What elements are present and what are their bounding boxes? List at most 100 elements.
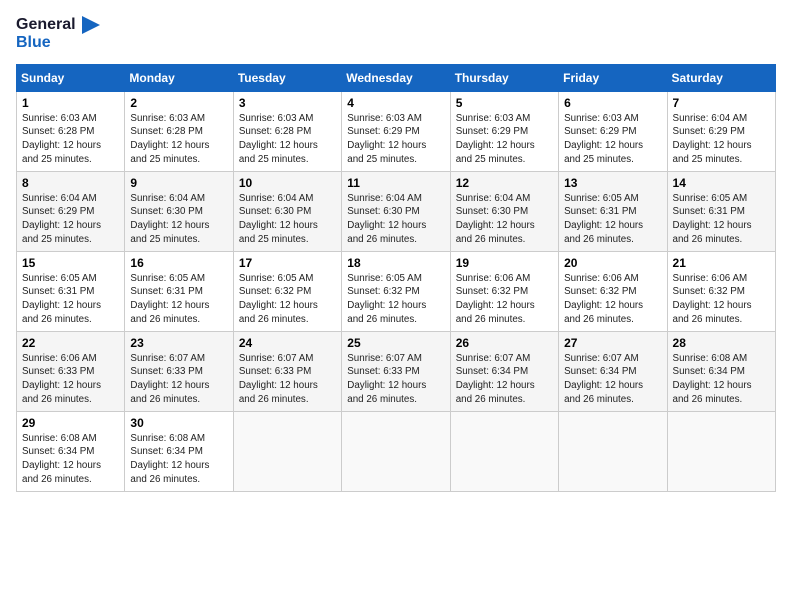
day-info: Sunrise: 6:06 AMSunset: 6:32 PMDaylight:… bbox=[564, 272, 661, 327]
calendar-body: 1Sunrise: 6:03 AMSunset: 6:28 PMDaylight… bbox=[17, 91, 776, 491]
weekday-monday: Monday bbox=[125, 64, 233, 91]
day-cell bbox=[559, 411, 667, 491]
day-info: Sunrise: 6:07 AMSunset: 6:33 PMDaylight:… bbox=[239, 352, 336, 407]
logo: General Blue bbox=[16, 16, 100, 52]
day-info: Sunrise: 6:08 AMSunset: 6:34 PMDaylight:… bbox=[130, 432, 227, 487]
logo-text: General Blue bbox=[16, 16, 100, 52]
day-info: Sunrise: 6:04 AMSunset: 6:30 PMDaylight:… bbox=[130, 192, 227, 247]
weekday-saturday: Saturday bbox=[667, 64, 775, 91]
weekday-thursday: Thursday bbox=[450, 64, 558, 91]
day-number: 26 bbox=[456, 336, 553, 350]
day-number: 17 bbox=[239, 256, 336, 270]
day-number: 18 bbox=[347, 256, 444, 270]
day-number: 4 bbox=[347, 96, 444, 110]
logo-arrow-icon bbox=[82, 16, 100, 34]
weekday-sunday: Sunday bbox=[17, 64, 125, 91]
weekday-tuesday: Tuesday bbox=[233, 64, 341, 91]
day-cell: 5 Sunrise: 6:03 AMSunset: 6:29 PMDaylight… bbox=[450, 91, 558, 171]
day-number: 7 bbox=[673, 96, 770, 110]
day-cell bbox=[342, 411, 450, 491]
day-cell: 15 Sunrise: 6:05 AMSunset: 6:31 PMDayligh… bbox=[17, 251, 125, 331]
day-info: Sunrise: 6:03 AMSunset: 6:29 PMDaylight:… bbox=[347, 112, 444, 167]
day-cell: 11 Sunrise: 6:04 AMSunset: 6:30 PMDayligh… bbox=[342, 171, 450, 251]
calendar-header: General Blue bbox=[16, 16, 776, 52]
day-cell: 18 Sunrise: 6:05 AMSunset: 6:32 PMDayligh… bbox=[342, 251, 450, 331]
day-info: Sunrise: 6:03 AMSunset: 6:28 PMDaylight:… bbox=[130, 112, 227, 167]
day-info: Sunrise: 6:05 AMSunset: 6:31 PMDaylight:… bbox=[564, 192, 661, 247]
day-info: Sunrise: 6:04 AMSunset: 6:29 PMDaylight:… bbox=[673, 112, 770, 167]
day-number: 6 bbox=[564, 96, 661, 110]
day-info: Sunrise: 6:05 AMSunset: 6:31 PMDaylight:… bbox=[673, 192, 770, 247]
day-info: Sunrise: 6:03 AMSunset: 6:28 PMDaylight:… bbox=[22, 112, 119, 167]
day-cell: 1Sunrise: 6:03 AMSunset: 6:28 PMDaylight… bbox=[17, 91, 125, 171]
day-info: Sunrise: 6:06 AMSunset: 6:32 PMDaylight:… bbox=[673, 272, 770, 327]
day-cell: 22 Sunrise: 6:06 AMSunset: 6:33 PMDayligh… bbox=[17, 331, 125, 411]
day-cell: 27 Sunrise: 6:07 AMSunset: 6:34 PMDayligh… bbox=[559, 331, 667, 411]
day-info: Sunrise: 6:04 AMSunset: 6:30 PMDaylight:… bbox=[347, 192, 444, 247]
day-info: Sunrise: 6:08 AMSunset: 6:34 PMDaylight:… bbox=[22, 432, 119, 487]
day-cell: 29 Sunrise: 6:08 AMSunset: 6:34 PMDayligh… bbox=[17, 411, 125, 491]
day-cell: 8Sunrise: 6:04 AMSunset: 6:29 PMDaylight… bbox=[17, 171, 125, 251]
week-row-1: 1Sunrise: 6:03 AMSunset: 6:28 PMDaylight… bbox=[17, 91, 776, 171]
day-number: 21 bbox=[673, 256, 770, 270]
day-cell: 16 Sunrise: 6:05 AMSunset: 6:31 PMDayligh… bbox=[125, 251, 233, 331]
day-info: Sunrise: 6:05 AMSunset: 6:31 PMDaylight:… bbox=[130, 272, 227, 327]
day-number: 10 bbox=[239, 176, 336, 190]
weekday-header-row: SundayMondayTuesdayWednesdayThursdayFrid… bbox=[17, 64, 776, 91]
day-number: 14 bbox=[673, 176, 770, 190]
day-cell bbox=[450, 411, 558, 491]
day-number: 27 bbox=[564, 336, 661, 350]
day-number: 13 bbox=[564, 176, 661, 190]
day-cell: 23 Sunrise: 6:07 AMSunset: 6:33 PMDayligh… bbox=[125, 331, 233, 411]
day-number: 15 bbox=[22, 256, 119, 270]
day-cell: 19Sunrise: 6:06 AMSunset: 6:32 PMDayligh… bbox=[450, 251, 558, 331]
day-cell: 12Sunrise: 6:04 AMSunset: 6:30 PMDayligh… bbox=[450, 171, 558, 251]
week-row-2: 8Sunrise: 6:04 AMSunset: 6:29 PMDaylight… bbox=[17, 171, 776, 251]
day-info: Sunrise: 6:05 AMSunset: 6:32 PMDaylight:… bbox=[347, 272, 444, 327]
day-cell: 24 Sunrise: 6:07 AMSunset: 6:33 PMDayligh… bbox=[233, 331, 341, 411]
day-cell bbox=[667, 411, 775, 491]
day-cell: 9Sunrise: 6:04 AMSunset: 6:30 PMDaylight… bbox=[125, 171, 233, 251]
day-info: Sunrise: 6:06 AMSunset: 6:32 PMDaylight:… bbox=[456, 272, 553, 327]
day-cell: 30 Sunrise: 6:08 AMSunset: 6:34 PMDayligh… bbox=[125, 411, 233, 491]
day-info: Sunrise: 6:06 AMSunset: 6:33 PMDaylight:… bbox=[22, 352, 119, 407]
day-number: 8 bbox=[22, 176, 119, 190]
day-cell: 25 Sunrise: 6:07 AMSunset: 6:33 PMDayligh… bbox=[342, 331, 450, 411]
day-cell: 2Sunrise: 6:03 AMSunset: 6:28 PMDaylight… bbox=[125, 91, 233, 171]
day-info: Sunrise: 6:03 AMSunset: 6:29 PMDaylight:… bbox=[456, 112, 553, 167]
day-info: Sunrise: 6:05 AMSunset: 6:31 PMDaylight:… bbox=[22, 272, 119, 327]
week-row-3: 15 Sunrise: 6:05 AMSunset: 6:31 PMDayligh… bbox=[17, 251, 776, 331]
week-row-4: 22 Sunrise: 6:06 AMSunset: 6:33 PMDayligh… bbox=[17, 331, 776, 411]
day-number: 22 bbox=[22, 336, 119, 350]
day-cell: 6Sunrise: 6:03 AMSunset: 6:29 PMDaylight… bbox=[559, 91, 667, 171]
day-cell: 26 Sunrise: 6:07 AMSunset: 6:34 PMDayligh… bbox=[450, 331, 558, 411]
day-cell: 14 Sunrise: 6:05 AMSunset: 6:31 PMDayligh… bbox=[667, 171, 775, 251]
day-info: Sunrise: 6:07 AMSunset: 6:33 PMDaylight:… bbox=[347, 352, 444, 407]
day-number: 23 bbox=[130, 336, 227, 350]
weekday-friday: Friday bbox=[559, 64, 667, 91]
day-info: Sunrise: 6:07 AMSunset: 6:33 PMDaylight:… bbox=[130, 352, 227, 407]
day-number: 20 bbox=[564, 256, 661, 270]
day-number: 11 bbox=[347, 176, 444, 190]
day-info: Sunrise: 6:04 AMSunset: 6:30 PMDaylight:… bbox=[456, 192, 553, 247]
day-cell bbox=[233, 411, 341, 491]
day-info: Sunrise: 6:03 AMSunset: 6:28 PMDaylight:… bbox=[239, 112, 336, 167]
day-info: Sunrise: 6:07 AMSunset: 6:34 PMDaylight:… bbox=[456, 352, 553, 407]
day-info: Sunrise: 6:08 AMSunset: 6:34 PMDaylight:… bbox=[673, 352, 770, 407]
day-number: 24 bbox=[239, 336, 336, 350]
day-info: Sunrise: 6:05 AMSunset: 6:32 PMDaylight:… bbox=[239, 272, 336, 327]
day-number: 25 bbox=[347, 336, 444, 350]
day-number: 5 bbox=[456, 96, 553, 110]
logo-general: General bbox=[16, 16, 76, 33]
day-number: 30 bbox=[130, 416, 227, 430]
day-cell: 28 Sunrise: 6:08 AMSunset: 6:34 PMDayligh… bbox=[667, 331, 775, 411]
day-number: 28 bbox=[673, 336, 770, 350]
day-cell: 7 Sunrise: 6:04 AMSunset: 6:29 PMDaylight… bbox=[667, 91, 775, 171]
day-cell: 10Sunrise: 6:04 AMSunset: 6:30 PMDayligh… bbox=[233, 171, 341, 251]
day-number: 16 bbox=[130, 256, 227, 270]
day-number: 3 bbox=[239, 96, 336, 110]
day-info: Sunrise: 6:07 AMSunset: 6:34 PMDaylight:… bbox=[564, 352, 661, 407]
day-cell: 4 Sunrise: 6:03 AMSunset: 6:29 PMDaylight… bbox=[342, 91, 450, 171]
weekday-wednesday: Wednesday bbox=[342, 64, 450, 91]
day-number: 29 bbox=[22, 416, 119, 430]
